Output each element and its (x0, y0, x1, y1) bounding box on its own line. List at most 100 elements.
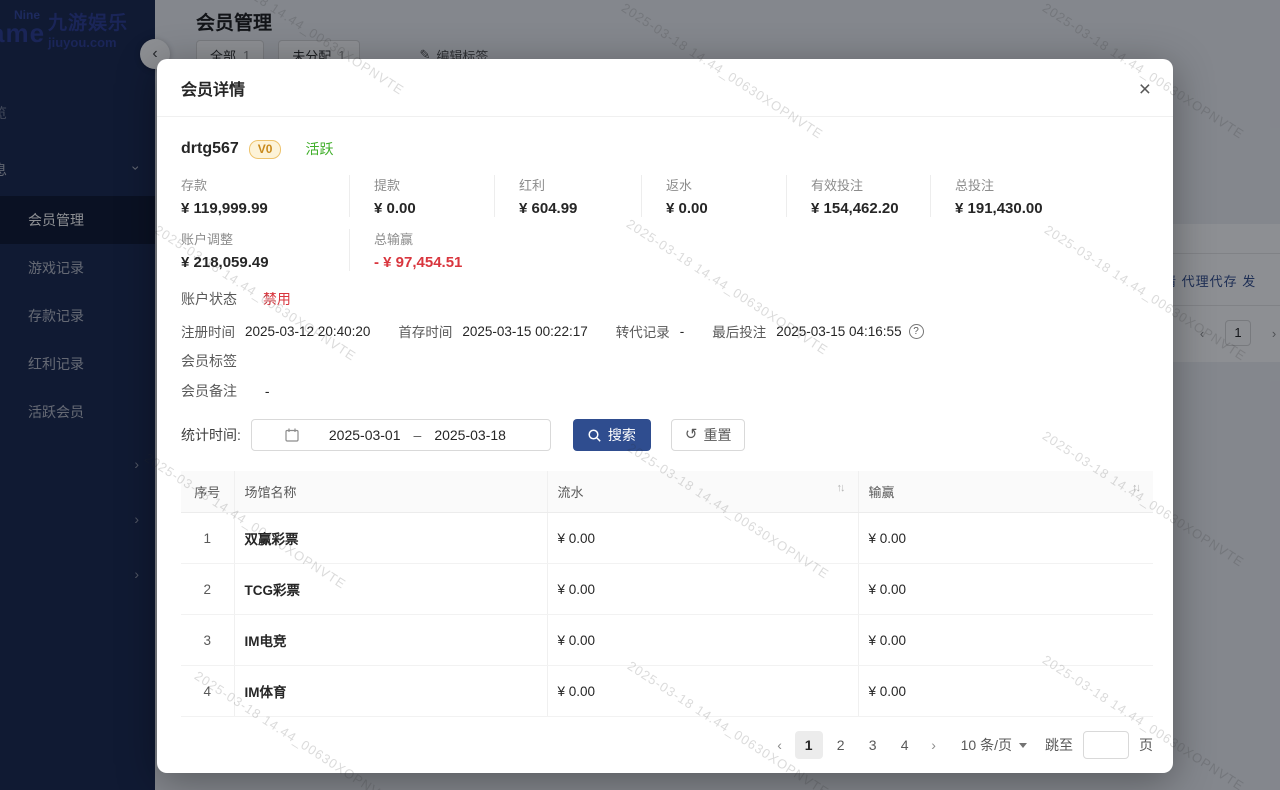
jump-to-label: 跳至 (1045, 735, 1073, 755)
member-tags-label: 会员标签 (181, 353, 237, 369)
member-stats-grid: 存款 ¥ 119,999.99 提款 ¥ 0.00 红利 ¥ 604.99 返水… (181, 175, 1149, 271)
date-start-value[interactable]: 2025-03-01 (329, 427, 401, 443)
stat-valid-bets: 有效投注 ¥ 154,462.20 (786, 175, 930, 217)
meta-first-deposit-time: 首存时间 2025-03-15 00:22:17 (398, 321, 587, 341)
reset-icon: ↺ (685, 428, 698, 442)
member-note-label: 会员备注 (181, 383, 237, 399)
sort-icon[interactable]: ↑↓ (837, 482, 844, 494)
modal-header: 会员详情 (157, 59, 1173, 117)
cell-winloss: ¥ 0.00 (858, 564, 1153, 615)
member-summary: drtg567 V0 活跃 (181, 139, 1149, 159)
date-separator: – (414, 427, 422, 443)
cell-index: 1 (181, 513, 234, 564)
stat-value: ¥ 191,430.00 (955, 200, 1149, 217)
member-detail-modal: 会员详情 × drtg567 V0 活跃 存款 ¥ 119,999.99 提款 … (157, 59, 1173, 773)
meta-value: 2025-03-15 00:22:17 (462, 324, 587, 339)
member-note-row: 会员备注 - (181, 381, 1149, 401)
account-status-value: 禁用 (263, 291, 291, 307)
member-meta-row: 注册时间 2025-03-12 20:40:20 首存时间 2025-03-15… (181, 321, 1149, 341)
page-number-4[interactable]: 4 (891, 731, 919, 759)
reset-button[interactable]: ↺ 重置 (671, 419, 746, 451)
header-turnover-label: 流水 (558, 485, 584, 500)
member-note-value: - (265, 383, 270, 399)
stat-label: 账户调整 (181, 229, 349, 248)
stat-value: ¥ 0.00 (374, 200, 494, 217)
cell-venue: 双赢彩票 (234, 513, 547, 564)
cell-winloss: ¥ 0.00 (858, 615, 1153, 666)
cell-venue: IM电竞 (234, 615, 547, 666)
cell-venue: IM体育 (234, 666, 547, 717)
cell-venue: TCG彩票 (234, 564, 547, 615)
cell-winloss: ¥ 0.00 (858, 513, 1153, 564)
stat-label: 红利 (519, 175, 641, 194)
cell-turnover: ¥ 0.00 (547, 615, 858, 666)
prev-page-icon[interactable]: ‹ (767, 737, 793, 753)
date-end-value[interactable]: 2025-03-18 (434, 427, 506, 443)
stat-value: ¥ 0.00 (666, 200, 786, 217)
meta-register-time: 注册时间 2025-03-12 20:40:20 (181, 321, 370, 341)
meta-value: 2025-03-15 04:16:55 (776, 324, 901, 339)
calendar-icon (285, 428, 299, 442)
stat-label: 返水 (666, 175, 786, 194)
stat-deposit: 存款 ¥ 119,999.99 (181, 175, 349, 217)
stat-label: 总投注 (955, 175, 1149, 194)
header-index: 序号 (181, 471, 234, 513)
jump-page-suffix: 页 (1139, 735, 1153, 755)
table-row: 1 双赢彩票 ¥ 0.00 ¥ 0.00 (181, 513, 1153, 564)
stat-label: 总输赢 (374, 229, 494, 248)
header-turnover: ↑↓ 流水 (547, 471, 858, 513)
question-circle-icon[interactable]: ? (909, 324, 924, 339)
stat-withdrawal: 提款 ¥ 0.00 (349, 175, 494, 217)
close-icon[interactable]: × (1139, 79, 1151, 100)
header-winloss: ↑↓ 输赢 (858, 471, 1153, 513)
modal-pagination: ‹ 1 2 3 4 › 10 条/页 跳至 页 (181, 731, 1153, 759)
spacer (494, 229, 1149, 271)
member-tags-row: 会员标签 (181, 351, 1149, 371)
page-number-3[interactable]: 3 (859, 731, 887, 759)
stat-account-adjustment: 账户调整 ¥ 218,059.49 (181, 229, 349, 271)
cell-index: 2 (181, 564, 234, 615)
search-button[interactable]: 搜索 (573, 419, 651, 451)
stat-bonus: 红利 ¥ 604.99 (494, 175, 641, 217)
stat-rebate: 返水 ¥ 0.00 (641, 175, 786, 217)
caret-down-icon (1019, 743, 1027, 748)
member-level-badge: V0 (249, 140, 282, 159)
stat-total-bets: 总投注 ¥ 191,430.00 (930, 175, 1149, 217)
modal-body: drtg567 V0 活跃 存款 ¥ 119,999.99 提款 ¥ 0.00 … (157, 139, 1173, 759)
page-size-select[interactable]: 10 条/页 (961, 735, 1027, 755)
stat-total-winloss: 总输赢 - ¥ 97,454.51 (349, 229, 494, 271)
stat-value: ¥ 218,059.49 (181, 254, 349, 271)
meta-last-bet: 最后投注 2025-03-15 04:16:55 ? (712, 321, 923, 341)
cell-index: 4 (181, 666, 234, 717)
cell-turnover: ¥ 0.00 (547, 513, 858, 564)
cell-turnover: ¥ 0.00 (547, 666, 858, 717)
venue-stats-table: 序号 场馆名称 ↑↓ 流水 ↑↓ 输赢 1 (181, 471, 1153, 717)
meta-agent-transfer: 转代记录 - (616, 321, 685, 341)
stat-value: ¥ 604.99 (519, 200, 641, 217)
header-venue-name: 场馆名称 (234, 471, 547, 513)
modal-title: 会员详情 (181, 76, 245, 100)
meta-label: 最后投注 (712, 321, 766, 341)
page-number-2[interactable]: 2 (827, 731, 855, 759)
jump-page-input[interactable] (1083, 731, 1129, 759)
page-number-1[interactable]: 1 (795, 731, 823, 759)
stat-label: 存款 (181, 175, 349, 194)
search-icon (588, 429, 601, 442)
table-row: 4 IM体育 ¥ 0.00 ¥ 0.00 (181, 666, 1153, 717)
stats-time-filter: 统计时间: 2025-03-01 – 2025-03-18 (181, 419, 1149, 451)
meta-label: 注册时间 (181, 321, 235, 341)
cell-index: 3 (181, 615, 234, 666)
meta-value: - (680, 324, 685, 339)
sort-icon[interactable]: ↑↓ (1132, 482, 1139, 494)
cell-turnover: ¥ 0.00 (547, 564, 858, 615)
date-range-picker[interactable]: 2025-03-01 – 2025-03-18 (251, 419, 551, 451)
member-activity-status: 活跃 (305, 139, 333, 159)
meta-label: 首存时间 (398, 321, 452, 341)
table-row: 3 IM电竞 ¥ 0.00 ¥ 0.00 (181, 615, 1153, 666)
search-button-label: 搜索 (608, 425, 636, 445)
next-page-icon[interactable]: › (921, 737, 947, 753)
meta-value: 2025-03-12 20:40:20 (245, 324, 370, 339)
header-winloss-label: 输赢 (869, 485, 895, 500)
filter-label: 统计时间: (181, 425, 241, 445)
reset-button-label: 重置 (703, 425, 731, 445)
